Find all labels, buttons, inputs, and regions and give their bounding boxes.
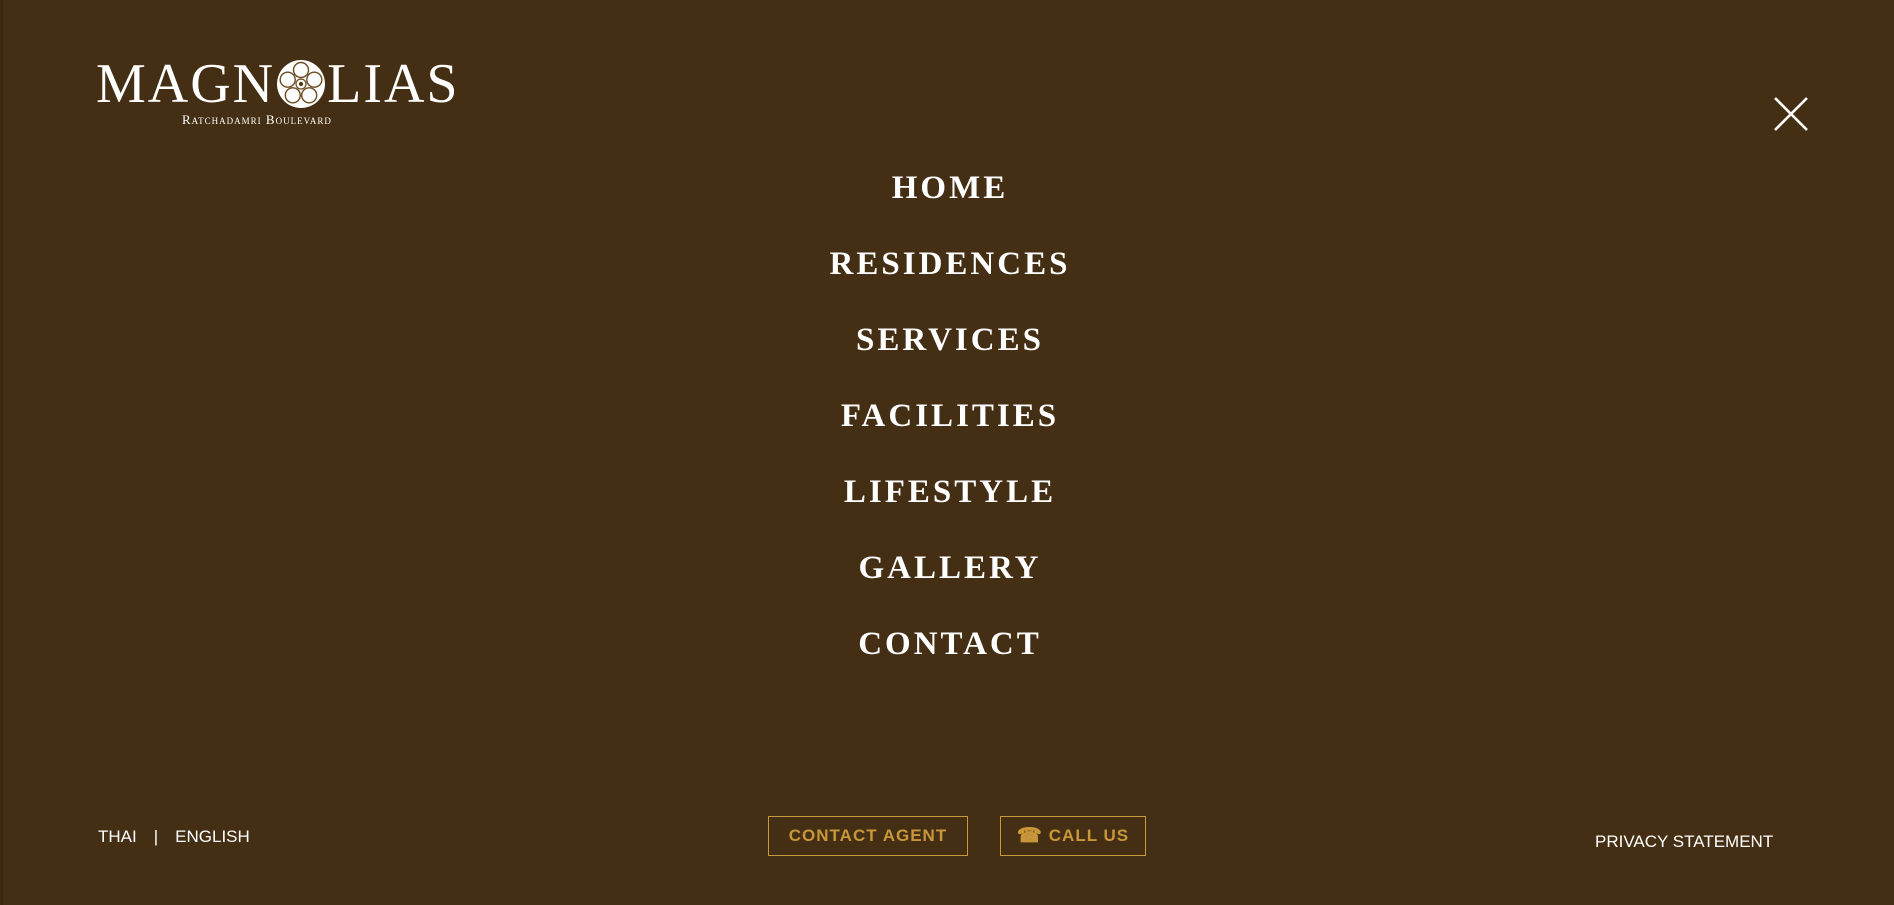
magnolia-flower-icon — [276, 59, 326, 109]
nav-link-lifestyle[interactable]: LIFESTYLE — [844, 474, 1056, 510]
nav-item-home: HOME — [3, 165, 1894, 241]
privacy-statement-link[interactable]: PRIVACY STATEMENT — [1595, 832, 1773, 852]
lang-separator: | — [153, 827, 159, 846]
contact-agent-button[interactable]: CONTACT AGENT — [768, 816, 968, 856]
logo-word-left: MAGN — [96, 53, 276, 115]
logo-subtitle: Ratchadamri Boulevard — [182, 112, 332, 127]
logo-wordmark: MAGN LIAS — [96, 52, 460, 116]
call-us-label: CALL US — [1048, 826, 1130, 845]
logo-word-right: LIAS — [327, 53, 460, 115]
main-nav: HOME RESIDENCES SERVICES FACILITIES LIFE… — [3, 165, 1894, 697]
nav-item-gallery: GALLERY — [3, 545, 1894, 621]
lang-english-link[interactable]: ENGLISH — [175, 827, 250, 847]
lang-thai-link[interactable]: THAI — [98, 827, 137, 847]
nav-link-gallery[interactable]: GALLERY — [858, 550, 1041, 586]
nav-link-residences[interactable]: RESIDENCES — [830, 246, 1071, 282]
nav-item-facilities: FACILITIES — [3, 393, 1894, 469]
nav-link-home[interactable]: HOME — [892, 170, 1009, 206]
phone-icon: ☎ — [1016, 825, 1043, 847]
nav-link-services[interactable]: SERVICES — [856, 322, 1044, 358]
close-icon[interactable] — [1772, 95, 1810, 133]
nav-link-contact[interactable]: CONTACT — [858, 626, 1042, 662]
language-switcher: THAI | ENGLISH — [98, 827, 250, 847]
call-us-button[interactable]: ☎ CALL US — [1000, 816, 1146, 856]
logo[interactable]: MAGN LIAS Ratchadamri Boulevard — [96, 52, 458, 130]
nav-link-facilities[interactable]: FACILITIES — [841, 398, 1059, 434]
nav-item-services: SERVICES — [3, 317, 1894, 393]
menu-overlay: MAGN LIAS Ratchadamri Boulevard HOME RES… — [0, 0, 1894, 905]
contact-agent-label: CONTACT AGENT — [788, 826, 948, 845]
nav-item-lifestyle: LIFESTYLE — [3, 469, 1894, 545]
nav-item-contact: CONTACT — [3, 621, 1894, 697]
nav-item-residences: RESIDENCES — [3, 241, 1894, 317]
